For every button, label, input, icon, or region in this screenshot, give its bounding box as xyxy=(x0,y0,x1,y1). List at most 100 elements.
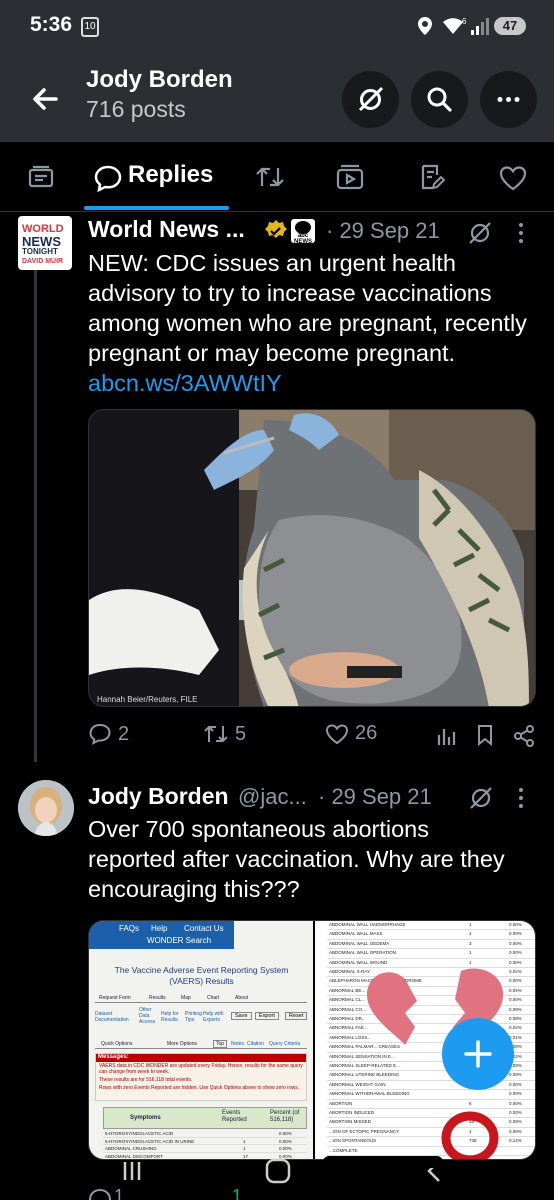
share-icon[interactable] xyxy=(512,724,536,748)
repost-count: 5 xyxy=(235,722,247,745)
vaers-tabs: Request Form Results Map Chart About xyxy=(95,995,307,1003)
vaers-message: These results are for 516,118 total even… xyxy=(99,1077,193,1083)
vaers-tab: Map xyxy=(181,995,191,1001)
repost-icon xyxy=(204,725,228,743)
system-navigation-bar xyxy=(0,1150,554,1200)
tab-replies[interactable]: Replies xyxy=(128,161,213,189)
table-row: ...ION SPONTANEOUS 738 0.14% xyxy=(327,1137,535,1147)
heart-icon xyxy=(325,723,349,744)
author-name[interactable]: World News ... xyxy=(88,216,245,243)
tab-highlights-icon[interactable] xyxy=(28,165,54,189)
vaers-tab: Results xyxy=(149,995,166,1001)
cell-signal-icon xyxy=(471,18,489,35)
bookmark-icon[interactable] xyxy=(476,724,494,746)
vaers-option: Citation xyxy=(247,1041,264,1047)
vaers-link: Help with Exports xyxy=(203,1011,224,1023)
table-cell: ABDOMINAL WALL HAEMORRHAGE xyxy=(329,922,406,927)
table-cell: ABNORMAL SLEEP-RELATED E... xyxy=(329,1063,400,1068)
post-more-icon[interactable] xyxy=(515,220,527,246)
author-handle[interactable]: @jac... xyxy=(238,784,307,810)
grok-icon[interactable] xyxy=(467,220,493,246)
tab-reposts-icon[interactable] xyxy=(255,164,285,190)
vaers-reset-button: Reset xyxy=(285,1012,308,1020)
recent-apps-icon[interactable] xyxy=(120,1160,144,1182)
vaers-option: Top xyxy=(213,1040,228,1048)
table-cell: ABNORMAL BE... xyxy=(329,987,366,993)
post-actions: 2 5 26 xyxy=(88,722,538,752)
table-cell: 0.00% xyxy=(509,1100,522,1106)
table-cell: ABDOMINAL WALL OEDEMA xyxy=(329,940,390,946)
search-icon xyxy=(427,87,452,112)
table-cell: 0.00% xyxy=(509,922,522,927)
table-cell: 0.00% xyxy=(279,1138,292,1144)
table-cell: 5-HYDROXYINDOLACETIC ACID xyxy=(105,1131,174,1136)
vaers-option: Notes xyxy=(231,1041,245,1047)
author-name[interactable]: Jody Borden xyxy=(88,783,229,810)
more-options-button[interactable] xyxy=(480,71,537,128)
table-cell: 0.00% xyxy=(509,931,522,937)
table-cell: 0.00% xyxy=(509,959,522,965)
table-cell: ABNORMAL FAE... xyxy=(329,1025,368,1031)
table-cell: 0.00% xyxy=(509,1119,522,1125)
tab-likes-icon[interactable] xyxy=(499,165,527,191)
status-bar: 5:36 10 6 47 xyxy=(0,0,554,54)
table-cell: 0.00% xyxy=(509,940,522,946)
table-cell: ABDOMINAL WALL WOUND xyxy=(329,959,388,965)
status-time: 5:36 xyxy=(30,13,73,36)
image-credit: Hannah Beier/Reuters, FILE xyxy=(97,695,198,704)
battery-indicator: 47 xyxy=(494,17,526,35)
table-row: 5-HYDROXYINDOLACETIC ACID IN URINE 1 0.00% xyxy=(103,1138,307,1146)
reply-button[interactable]: 2 xyxy=(88,722,129,746)
home-icon[interactable] xyxy=(265,1158,291,1184)
grok-button[interactable] xyxy=(342,71,399,128)
badge-label: abc NEWS xyxy=(294,233,312,243)
repost-button[interactable]: 5 xyxy=(203,722,246,746)
like-button[interactable]: 26 xyxy=(325,722,377,745)
post-body: NEW: CDC issues an urgent health advisor… xyxy=(88,250,527,366)
avatar-jody-borden[interactable] xyxy=(18,780,74,836)
table-cell: ABDOMINAL WALL MASS xyxy=(329,931,383,937)
search-button[interactable] xyxy=(411,71,468,128)
table-cell: 1 xyxy=(469,950,472,956)
avatar-world-news[interactable]: WORLD NEWS TONIGHT DAVID MUIR xyxy=(18,216,72,270)
table-cell: ABNORMAL CL... xyxy=(329,997,365,1003)
vaers-tab: Request Form xyxy=(99,995,131,1001)
post-link[interactable]: abcn.ws/3AWWtIY xyxy=(88,370,282,396)
vaers-save-button: Save xyxy=(231,1012,252,1020)
reply-icon xyxy=(89,723,111,745)
tab-media-icon[interactable] xyxy=(336,164,364,190)
grok-icon[interactable] xyxy=(468,785,494,811)
table-cell: ABDOMINAL WALL OPERATION xyxy=(329,950,396,956)
calendar-notification-icon: 10 xyxy=(81,17,99,37)
compose-post-button[interactable] xyxy=(442,1018,514,1090)
post-date: · 29 Sep 21 xyxy=(318,784,432,809)
table-row: ABDOMINAL WALL OEDEMA 3 0.00% xyxy=(327,940,535,950)
reply-count: 2 xyxy=(118,722,130,745)
wonder-nav-bar: FAQs Help Contact Us WONDER Search xyxy=(89,921,234,949)
vaers-messages-title: Messages: xyxy=(96,1054,306,1062)
table-cell: ABNORMAL WITHDRAWAL BLEEDING xyxy=(329,1091,410,1097)
vaers-screenshot-left[interactable]: FAQs Help Contact Us WONDER Search The V… xyxy=(89,921,313,1159)
table-row: ABORTION INDUCED 0.00% xyxy=(327,1109,535,1119)
post-more-icon[interactable] xyxy=(515,785,527,811)
column-header: Symptoms xyxy=(130,1115,161,1121)
verified-gold-badge-icon xyxy=(265,220,287,238)
table-row: 5-HYDROXYINDOLACETIC ACID 0.00% xyxy=(103,1130,307,1138)
back-arrow-icon[interactable] xyxy=(23,79,69,119)
vaers-title: The Vaccine Adverse Event Reporting Syst… xyxy=(114,965,289,986)
table-cell: ABNORMAL WEIGHT GAIN xyxy=(329,1081,386,1087)
table-cell: ABDOMINAL X-RAY xyxy=(329,969,371,974)
vaers-option: Quick Options xyxy=(101,1041,133,1047)
views-icon[interactable] xyxy=(436,725,456,747)
active-tab-indicator xyxy=(84,206,229,210)
like-count: 26 xyxy=(355,722,378,744)
table-row: ABDOMINAL WALL OPERATION 1 0.00% xyxy=(327,949,535,959)
table-row: ABDOMINAL WALL HAEMORRHAGE 1 0.00% xyxy=(327,921,535,931)
abc-news-affiliate-badge: abc NEWS xyxy=(291,219,315,243)
table-cell: 0.00% xyxy=(279,1131,292,1136)
tab-articles-icon[interactable] xyxy=(419,163,445,191)
table-row: ABDOMINAL WALL MASS 1 0.00% xyxy=(327,930,535,940)
post-image[interactable]: Hannah Beier/Reuters, FILE xyxy=(88,409,536,707)
vaers-tab: Chart xyxy=(207,995,220,1001)
table-row: ABORTION MISSED 18 0.00% xyxy=(327,1118,535,1128)
